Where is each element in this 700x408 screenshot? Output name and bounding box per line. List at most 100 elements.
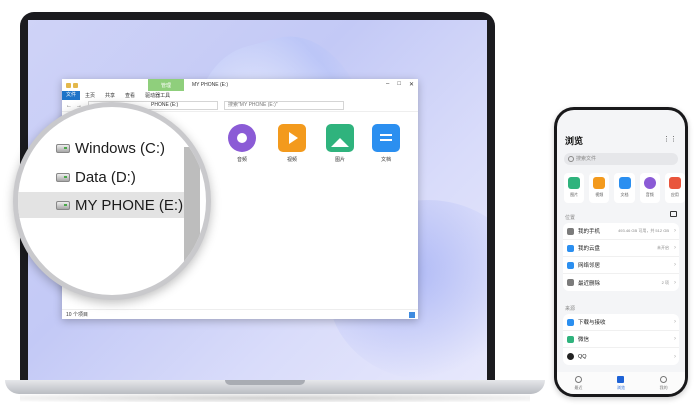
laptop-notch [225,380,305,385]
tab-view[interactable]: 查看 [120,92,140,99]
drive-item-c[interactable]: Windows (C:) [18,135,193,161]
image-icon [568,177,581,189]
bottom-tab-bar: 最近 浏览 我的 [557,372,685,394]
drive-item-e[interactable]: MY PHONE (E:) [18,192,193,218]
locations-card: 我的手机 493.46 GB 可用，共 512 GB › 我的云盘 未开启 › … [563,223,679,291]
source-downloads[interactable]: 下载与接收 › [563,314,679,331]
tab-recent[interactable]: 最近 [574,375,583,391]
item-count: 10 个项目 [66,312,88,318]
category-grid: 图片 视频 文档 音频 应用 [561,173,685,203]
location-my-phone[interactable]: 我的手机 493.46 GB 可用，共 512 GB › [563,223,679,240]
video-icon [593,177,606,189]
phone-screen: 浏览 ⋮⋮ 搜索文件 图片 视频 文档 音频 应用 位置 我的手机 493.46… [557,110,685,394]
storage-info: 493.46 GB 可用，共 512 GB [618,228,669,233]
folder-icon [617,375,625,383]
ribbon-tabs: 文件 主页 共享 查看 驱动器工具 [62,91,418,100]
tab-browse[interactable]: 浏览 [616,375,625,391]
category-label: 应用 [670,192,679,197]
phone-icon [567,227,574,235]
document-icon [618,177,631,189]
image-icon [326,124,354,152]
video-icon [278,124,306,152]
folder-icon[interactable] [66,82,71,88]
window-controls: – □ ✕ [386,81,414,88]
search-input[interactable]: 搜索"MY PHONE (E:)" [224,101,344,110]
clock-icon [574,375,582,383]
tab-manage[interactable]: 管理 [148,79,184,91]
magnifier-callout: Windows (C:) Data (D:) MY PHONE (E:) [13,102,211,300]
location-cloud[interactable]: 我的云盘 未开启 › [563,240,679,257]
file-item-video[interactable]: 视频 [272,124,312,163]
maximize-icon[interactable]: □ [397,81,401,88]
category-audio[interactable]: 音频 [639,173,660,203]
location-label: 最近删除 [578,280,601,287]
tab-mine[interactable]: 我的 [659,375,668,391]
source-label: 微信 [578,337,590,343]
network-icon [567,261,574,269]
sources-card: 下载与接收 › 微信 › QQ › [563,314,679,365]
phone-frame: 浏览 ⋮⋮ 搜索文件 图片 视频 文档 音频 应用 位置 我的手机 493.46… [554,107,688,397]
drive-icon [56,172,70,182]
laptop-shadow [20,394,530,402]
drive-icon [56,200,70,210]
view-toggle-icon[interactable] [409,312,415,318]
navigation-pane-zoom: Windows (C:) Data (D:) MY PHONE (E:) [18,107,206,295]
status-bar: 10 个项目 [62,309,418,319]
tab-label: 我的 [659,384,668,390]
category-pictures[interactable]: 图片 [564,173,585,203]
category-documents[interactable]: 文档 [614,173,635,203]
tab-file[interactable]: 文件 [62,91,81,100]
quick-access-toolbar[interactable] [66,82,78,88]
tab-label: 最近 [574,384,583,390]
qq-icon [567,353,574,360]
tab-home[interactable]: 主页 [80,92,100,99]
file-label: 图片 [334,157,345,163]
file-item-audio[interactable]: 音频 [222,124,262,163]
source-qq[interactable]: QQ › [563,348,679,365]
wechat-icon [567,335,574,343]
minimize-icon[interactable]: – [386,81,389,88]
cloud-status: 未开启 [657,245,669,250]
audio-icon [228,124,256,152]
category-label: 视频 [595,192,604,197]
file-item-documents[interactable]: 文档 [366,124,406,163]
more-icon[interactable]: ⋮⋮ [663,135,677,143]
folder-icon[interactable] [73,82,78,88]
scene: 管理 MY PHONE (E:) – □ ✕ 文件 主页 共享 查看 驱动器工具… [0,0,700,408]
tab-share[interactable]: 共享 [100,92,120,99]
tab-label: 浏览 [616,384,625,390]
source-label: 下载与接收 [578,320,606,326]
scrollbar[interactable] [184,147,200,295]
close-icon[interactable]: ✕ [409,81,414,88]
drive-icon [56,143,70,153]
title-bar: 管理 MY PHONE (E:) – □ ✕ [62,79,418,91]
location-network[interactable]: 网络邻居 › [563,257,679,274]
category-label: 音频 [645,192,654,197]
file-label: 音频 [236,157,247,163]
chevron-right-icon: › [674,228,676,234]
category-label: 图片 [570,192,579,197]
drive-label: MY PHONE (E:) [75,196,184,214]
section-title: 来源 [565,306,576,312]
deleted-count: 2 项 [661,279,669,285]
tab-drive-tools[interactable]: 驱动器工具 [140,92,175,99]
location-label: 我的手机 [578,229,601,235]
search-input[interactable]: 搜索文件 [564,153,678,165]
category-apps[interactable]: 应用 [664,173,685,203]
lock-icon[interactable] [670,211,677,217]
file-item-pictures[interactable]: 图片 [320,124,360,163]
location-recently-deleted[interactable]: 最近删除 2 项 › [563,274,679,291]
chevron-right-icon: › [674,336,676,342]
location-label: 我的云盘 [578,246,601,252]
window-title: MY PHONE (E:) [192,82,229,88]
document-icon [372,124,400,152]
page-title: 浏览 [565,136,584,146]
audio-icon [643,177,656,189]
app-icon [668,177,681,189]
category-video[interactable]: 视频 [589,173,610,203]
drive-item-d[interactable]: Data (D:) [18,164,193,190]
drive-label: Windows (C:) [75,139,166,157]
source-wechat[interactable]: 微信 › [563,331,679,348]
chevron-right-icon: › [674,262,676,268]
source-label: QQ [578,353,587,360]
